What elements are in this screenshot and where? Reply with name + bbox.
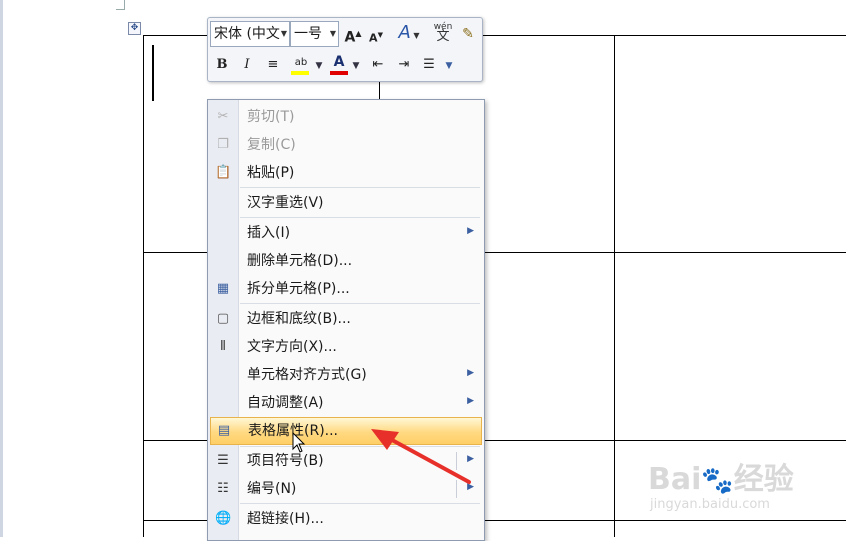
menu-item-label: 单元格对齐方式(G) xyxy=(247,367,367,383)
highlight-button[interactable]: ab xyxy=(289,52,313,75)
submenu-arrow-icon: ▶ xyxy=(467,396,474,406)
chevron-down-icon: ▼ xyxy=(329,29,336,38)
copy-icon: ❐ xyxy=(217,137,229,152)
page-left-edge xyxy=(0,0,3,537)
font-size-value: 一号 xyxy=(294,26,322,42)
bullets-icon: ☰ xyxy=(217,453,229,468)
decrease-indent-button[interactable]: ⇤ xyxy=(369,54,387,76)
phonetic-guide-button[interactable]: wén 文 xyxy=(432,22,454,44)
font-name-value: 宋体 (中文 xyxy=(214,26,280,42)
menu-item-hyperlink[interactable]: 🌐 超链接(H)... xyxy=(208,506,484,532)
bold-button[interactable]: B xyxy=(214,54,230,76)
italic-button[interactable]: I xyxy=(239,54,255,76)
table-move-handle-icon[interactable]: ✥ xyxy=(128,22,141,35)
menu-item-delete-cells[interactable]: 删除单元格(D)... xyxy=(208,248,484,274)
bold-icon: B xyxy=(216,57,228,72)
menu-item-cell-alignment[interactable]: 单元格对齐方式(G) ▶ xyxy=(208,362,484,388)
font-color-swatch xyxy=(330,71,348,75)
menu-item-label: 边框和底纹(B)... xyxy=(247,311,351,327)
menu-item-label: 自动调整(A) xyxy=(247,395,324,411)
baidu-watermark-logo: Bai🐾经验 xyxy=(648,462,794,497)
highlight-color-swatch xyxy=(291,71,309,75)
menu-item-label: 汉字重选(V) xyxy=(247,195,324,211)
menu-separator xyxy=(240,303,480,304)
page-corner-mark xyxy=(116,0,125,10)
increase-indent-button[interactable]: ⇥ xyxy=(395,54,413,76)
grow-font-button[interactable]: A▲ xyxy=(344,23,362,46)
bullets-button[interactable]: ☰ xyxy=(420,54,438,76)
shrink-font-button[interactable]: A▼ xyxy=(368,24,384,46)
decrease-indent-icon: ⇤ xyxy=(372,57,384,72)
menu-item-label: 粘贴(P) xyxy=(247,165,295,181)
menu-item-paste[interactable]: 📋 粘贴(P) xyxy=(208,160,484,186)
chevron-down-icon[interactable]: ▼ xyxy=(444,55,454,77)
watermark-url: jingyan.baidu.com xyxy=(650,497,770,512)
font-name-combo[interactable]: 宋体 (中文 ▼ xyxy=(210,21,290,47)
menu-item-borders-shading[interactable]: ▢ 边框和底纹(B)... xyxy=(208,306,484,332)
font-color-icon: A xyxy=(333,54,345,70)
menu-item-split-cells[interactable]: ▦ 拆分单元格(P)... xyxy=(208,276,484,302)
menu-item-label: 项目符号(B) xyxy=(247,453,324,469)
split-cells-icon: ▦ xyxy=(216,281,230,296)
menu-item-cut[interactable]: ✂ 剪切(T) xyxy=(208,104,484,130)
annotation-arrow xyxy=(371,429,471,484)
menu-item-label: 编号(N) xyxy=(247,481,297,497)
mouse-pointer-icon xyxy=(292,432,306,453)
font-color-button[interactable]: A xyxy=(328,51,350,75)
chevron-down-icon[interactable]: ▼ xyxy=(314,55,324,77)
shrink-font-icon: A xyxy=(369,31,378,45)
menu-item-label: 插入(I) xyxy=(247,225,291,241)
menu-separator xyxy=(240,217,480,218)
text-direction-icon: ⫴ xyxy=(220,339,226,354)
table-properties-icon: ▤ xyxy=(217,423,231,438)
menu-item-label: 拆分单元格(P)... xyxy=(247,281,350,297)
menu-separator xyxy=(240,503,480,504)
scissors-icon: ✂ xyxy=(217,109,229,124)
borders-icon: ▢ xyxy=(216,311,230,326)
styles-icon: A xyxy=(398,22,411,43)
table-border-left xyxy=(143,35,144,537)
menu-item-label: 删除单元格(D)... xyxy=(247,253,353,269)
italic-icon: I xyxy=(244,57,250,72)
menu-separator xyxy=(240,187,480,188)
menu-item-copy[interactable]: ❐ 复制(C) xyxy=(208,132,484,158)
menu-item-label: 文字方向(X)... xyxy=(247,339,337,355)
format-painter-button[interactable]: ✎ xyxy=(458,23,478,45)
center-align-icon: ≡ xyxy=(267,57,279,72)
menu-item-insert[interactable]: 插入(I) ▶ xyxy=(208,220,484,246)
menu-item-label: 复制(C) xyxy=(247,137,296,153)
grow-font-icon: A xyxy=(344,29,356,46)
paste-icon: 📋 xyxy=(215,165,232,180)
submenu-arrow-icon: ▶ xyxy=(467,368,474,378)
menu-item-text-direction[interactable]: ⫴ 文字方向(X)... xyxy=(208,334,484,360)
table-column-border xyxy=(614,35,615,537)
hyperlink-icon: 🌐 xyxy=(215,511,232,526)
menu-item-autofit[interactable]: 自动调整(A) ▶ xyxy=(208,390,484,416)
mini-toolbar: 宋体 (中文 ▼ 一号 ▼ A▲ A▼ A ▼ wén 文 ✎ B I ≡ ab … xyxy=(207,17,483,82)
increase-indent-icon: ⇥ xyxy=(398,57,410,72)
menu-item-label: 剪切(T) xyxy=(247,109,295,125)
text-cursor xyxy=(152,45,154,101)
format-painter-icon: ✎ xyxy=(462,26,474,42)
numbering-icon: ☷ xyxy=(217,481,229,496)
menu-item-reconvert[interactable]: 汉字重选(V) xyxy=(208,190,484,216)
styles-button[interactable]: A ▼ xyxy=(394,22,424,44)
submenu-arrow-icon: ▶ xyxy=(467,226,474,236)
center-align-button[interactable]: ≡ xyxy=(264,54,282,76)
font-size-combo[interactable]: 一号 ▼ xyxy=(290,21,339,47)
bullets-icon: ☰ xyxy=(423,57,435,72)
highlight-icon: ab xyxy=(294,57,308,68)
chevron-down-icon: ▼ xyxy=(280,29,287,38)
chevron-down-icon[interactable]: ▼ xyxy=(351,55,361,77)
menu-item-label: 超链接(H)... xyxy=(247,511,324,527)
